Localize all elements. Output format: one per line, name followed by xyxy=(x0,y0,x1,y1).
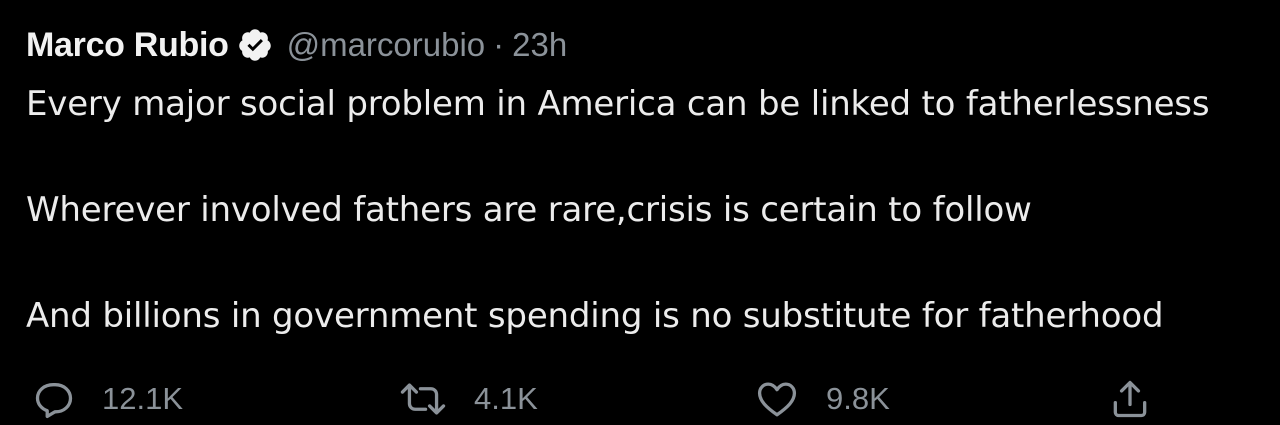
like-count: 9.8K xyxy=(826,381,890,416)
retweet-button[interactable]: 4.1K xyxy=(398,376,538,422)
reply-button[interactable]: 12.1K xyxy=(32,376,183,422)
tweet-text-line-2: Wherever involved fathers are rare,crisi… xyxy=(26,190,1032,230)
heart-icon xyxy=(754,377,800,421)
share-button[interactable] xyxy=(1108,376,1152,422)
retweet-icon xyxy=(398,377,448,421)
author-handle[interactable]: @marcorubio xyxy=(287,26,486,64)
author-name[interactable]: Marco Rubio xyxy=(26,26,229,65)
tweet-text-line-3: And billions in government spending is n… xyxy=(26,296,1164,336)
tweet: Marco Rubio @marcorubio · 23h Every majo… xyxy=(0,0,1280,425)
share-icon xyxy=(1108,377,1152,421)
reply-count: 12.1K xyxy=(102,381,184,416)
tweet-timestamp[interactable]: 23h xyxy=(512,26,567,64)
tweet-text-line-1: Every major social problem in America ca… xyxy=(26,84,1210,124)
tweet-header: Marco Rubio @marcorubio · 23h xyxy=(26,22,567,68)
verified-badge-icon xyxy=(237,27,273,63)
header-separator: · xyxy=(493,26,505,63)
like-button[interactable]: 9.8K xyxy=(754,376,890,422)
tweet-actions: 12.1K 4.1K 9.8K xyxy=(0,376,1280,422)
reply-icon xyxy=(32,377,76,421)
retweet-count: 4.1K xyxy=(474,381,538,416)
